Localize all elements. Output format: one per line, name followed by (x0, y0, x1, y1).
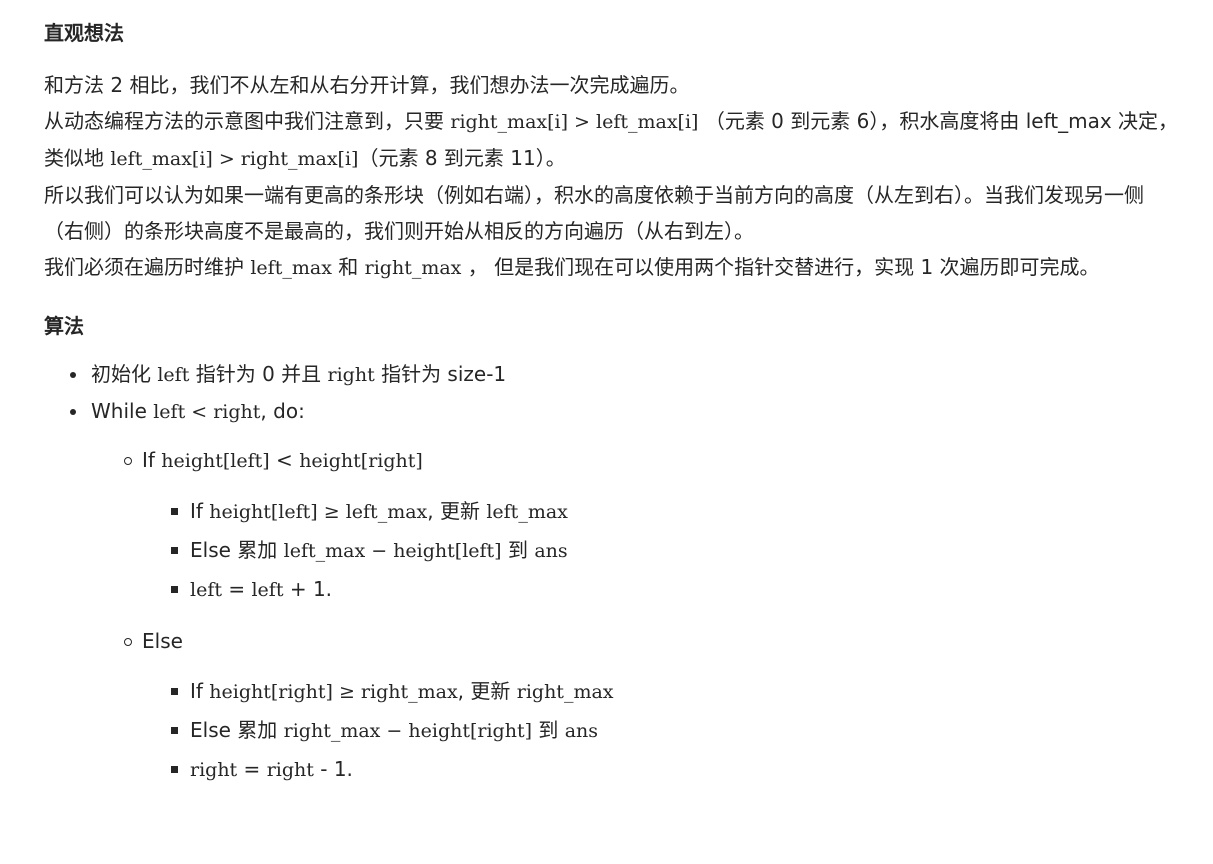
algorithm-steps-list: 初始化 left 指针为 0 并且 right 指针为 size-1 While… (44, 356, 1183, 789)
square-bullet-icon (171, 586, 178, 593)
square-bullet-icon (171, 688, 178, 695)
text-segment: 和 (331, 255, 365, 279)
paragraph-observation: 从动态编程方法的示意图中我们注意到，只要 right_max[i] > left… (44, 103, 1183, 177)
math-expression: left (157, 364, 190, 386)
text-segment: 到 (532, 718, 565, 742)
text-segment: Else 累加 (190, 538, 284, 562)
loop-branches-list: If height[left] < height[right] If heigh… (91, 442, 1183, 789)
list-item-if-branch: If height[left] < height[right] If heigh… (91, 442, 1183, 609)
text-segment: If (190, 679, 210, 703)
math-expression: right_max[i] > left_max[i] (450, 111, 699, 133)
math-expression: height[left] (161, 450, 270, 472)
math-expression: right (327, 364, 375, 386)
text-segment: （元素 8 到元素 11）。 (358, 146, 566, 170)
disc-bullet-icon (70, 409, 76, 415)
circle-bullet-icon (124, 638, 132, 646)
paragraph-reasoning: 所以我们可以认为如果一端有更高的条形块（例如右端），积水的高度依赖于当前方向的高… (44, 183, 1144, 243)
math-expression: left_max (486, 501, 568, 523)
math-expression: right_max (516, 681, 614, 703)
math-expression: left (251, 579, 284, 601)
disc-bullet-icon (70, 372, 76, 378)
if-branch-actions: If height[left] ≥ left_max, 更新 left_max … (142, 492, 1183, 609)
math-expression: left_max[i] > right_max[i] (110, 148, 359, 170)
text-segment: 从动态编程方法的示意图中我们注意到，只要 (44, 109, 451, 133)
square-bullet-icon (171, 547, 178, 554)
square-bullet-icon (171, 727, 178, 734)
list-item-action: If height[right] ≥ right_max, 更新 right_m… (142, 672, 1183, 711)
math-expression: right (190, 759, 238, 781)
list-item-action: left = left + 1. (142, 570, 1183, 609)
text-segment: If (142, 448, 162, 472)
list-item-action: right = right - 1. (142, 750, 1183, 789)
text-segment: If (190, 499, 210, 523)
paragraph-two-pointers: 我们必须在遍历时维护 left_max 和 right_max ， 但是我们现在… (44, 249, 1183, 286)
text-segment: 我们必须在遍历时维护 (44, 255, 251, 279)
section-heading-algorithm: 算法 (44, 314, 84, 338)
list-item-initialize: 初始化 left 指针为 0 并且 right 指针为 size-1 (44, 356, 1183, 393)
text-segment: Else 累加 (190, 718, 284, 742)
math-expression: right_max (364, 257, 462, 279)
math-expression: left_max (250, 257, 332, 279)
math-expression: right_max − height[right] (283, 720, 533, 742)
text-segment: = (237, 757, 267, 781)
branch-condition: Else (142, 629, 183, 653)
text-segment: , 更新 (457, 679, 517, 703)
text-segment: 初始化 (91, 362, 158, 386)
math-expression: ans (564, 720, 599, 742)
math-expression: left (190, 579, 222, 601)
math-expression: left < right (153, 401, 261, 423)
list-item-action: If height[left] ≥ left_max, 更新 left_max (142, 492, 1183, 531)
branch-condition: If height[left] < height[right] (142, 442, 1183, 479)
text-segment: + 1. (283, 577, 333, 601)
math-expression: ans (534, 540, 568, 562)
section-heading-intuition: 直观想法 (44, 21, 124, 45)
math-expression: height[right] ≥ right_max (209, 681, 458, 703)
math-expression: height[right] (299, 450, 423, 472)
list-item-action: Else 累加 left_max − height[left] 到 ans (142, 531, 1183, 570)
text-segment: - 1. (313, 757, 353, 781)
math-expression: right (266, 759, 314, 781)
square-bullet-icon (171, 766, 178, 773)
text-segment: 到 (501, 538, 535, 562)
text-segment: 指针为 size-1 (374, 362, 507, 386)
else-branch-actions: If height[right] ≥ right_max, 更新 right_m… (142, 672, 1183, 789)
text-segment: While (91, 399, 154, 423)
list-item-while-loop: While left < right, do: If height[left] … (44, 393, 1183, 789)
math-expression: height[left] ≥ left_max (209, 501, 428, 523)
square-bullet-icon (171, 508, 178, 515)
text-segment: = (222, 577, 252, 601)
circle-bullet-icon (124, 457, 132, 465)
text-segment: , 更新 (427, 499, 487, 523)
text-segment: ， 但是我们现在可以使用两个指针交替进行，实现 1 次遍历即可完成。 (461, 255, 1100, 279)
text-segment: , do: (260, 399, 305, 423)
list-item-action: Else 累加 right_max − height[right] 到 ans (142, 711, 1183, 750)
paragraph-intro: 和方法 2 相比，我们不从左和从右分开计算，我们想办法一次完成遍历。 (44, 73, 690, 97)
list-item-else-branch: Else If height[right] ≥ right_max, 更新 ri… (91, 623, 1183, 789)
text-segment: < (269, 448, 300, 472)
article-content: 直观想法 和方法 2 相比，我们不从左和从右分开计算，我们想办法一次完成遍历。 … (0, 0, 1213, 789)
text-segment: 指针为 0 并且 (189, 362, 328, 386)
math-expression: left_max − height[left] (283, 540, 502, 562)
